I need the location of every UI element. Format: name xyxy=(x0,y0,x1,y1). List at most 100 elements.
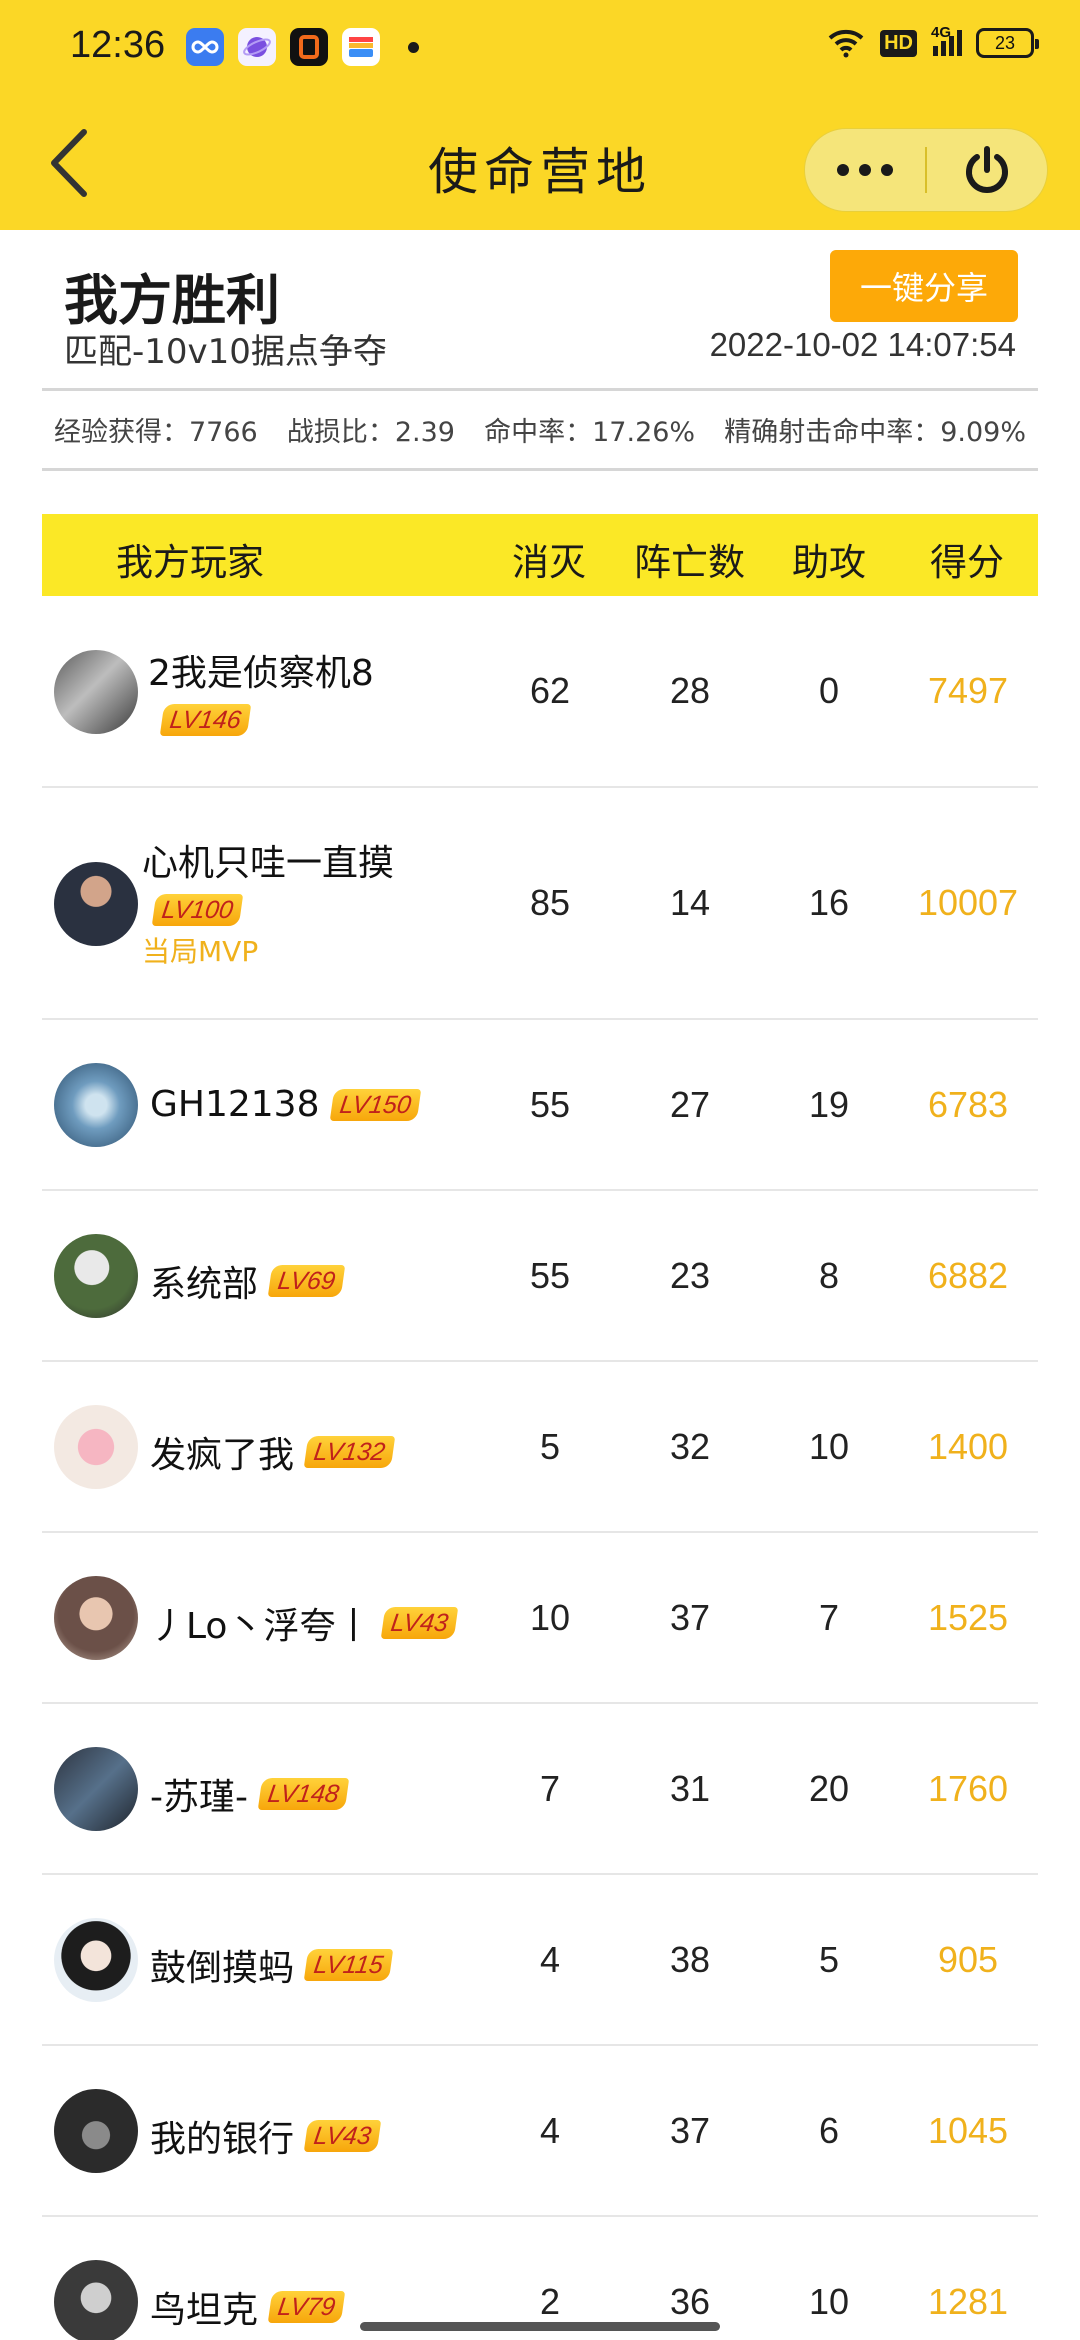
player-cell: 心机只哇一直摸 LV100 当局MVP xyxy=(142,834,394,970)
network-type: 4G xyxy=(931,24,952,41)
kills-value: 10 xyxy=(529,1597,571,1638)
assists-value: 16 xyxy=(808,882,850,923)
score-value: 6783 xyxy=(927,1084,1009,1125)
avatar xyxy=(54,2089,138,2173)
kills-value: 62 xyxy=(529,670,571,711)
avatar xyxy=(54,2260,138,2340)
battery-level: 23 xyxy=(994,32,1016,53)
table-header: 我方玩家 消灭 阵亡数 助攻 得分 xyxy=(42,514,1038,596)
level-badge: LV148 xyxy=(257,1778,350,1810)
level-badge: LV132 xyxy=(303,1436,396,1468)
table-row[interactable]: 发疯了我 LV132 5 32 10 1400 xyxy=(42,1362,1038,1533)
avatar xyxy=(54,1405,138,1489)
notification-icons xyxy=(186,28,419,66)
level-badge: LV43 xyxy=(381,1607,459,1639)
player-name: 鸟坦克 xyxy=(150,2290,259,2331)
deaths-value: 37 xyxy=(669,1597,711,1638)
header-score: 得分 xyxy=(930,541,1004,584)
kills-value: 5 xyxy=(539,1426,561,1467)
kills-value: 2 xyxy=(539,2281,561,2322)
kills-value: 4 xyxy=(539,1939,561,1980)
mini-program-capsule xyxy=(804,128,1048,212)
close-mini-program-button[interactable] xyxy=(927,129,1047,211)
deaths-value: 28 xyxy=(669,670,711,711)
assists-value: 5 xyxy=(818,1939,840,1980)
player-cell: 我的银行 LV43 xyxy=(150,2110,382,2162)
player-name: -苏瑾- xyxy=(150,1777,248,1818)
deaths-value: 31 xyxy=(669,1768,711,1809)
deaths-value: 27 xyxy=(669,1084,711,1125)
deaths-value: 38 xyxy=(669,1939,711,1980)
level-badge: LV100 xyxy=(151,894,244,926)
share-button[interactable]: 一键分享 xyxy=(830,250,1018,322)
avatar xyxy=(54,862,138,946)
status-time: 12:36 xyxy=(70,24,166,66)
level-badge: LV115 xyxy=(303,1949,394,1981)
deaths-value: 36 xyxy=(669,2281,711,2322)
stat-kd-ratio: 战损比：2.39 xyxy=(286,417,455,448)
level-badge: LV150 xyxy=(329,1088,421,1121)
avatar xyxy=(54,1918,138,2002)
deaths-value: 37 xyxy=(669,2110,711,2151)
kills-value: 4 xyxy=(539,2110,561,2151)
more-button[interactable] xyxy=(805,129,925,211)
table-row[interactable]: 2我是侦察机8 LV146 62 28 0 7497 xyxy=(42,596,1038,788)
player-cell: 发疯了我 LV132 xyxy=(150,1426,396,1478)
player-cell: 丿Lo丶浮夸丨 LV43 xyxy=(150,1597,459,1649)
header-deaths: 阵亡数 xyxy=(634,541,745,584)
assists-value: 8 xyxy=(818,1255,840,1296)
assists-value: 10 xyxy=(808,1426,850,1467)
player-name: 心机只哇一直摸 xyxy=(142,843,395,884)
table-row[interactable]: 丿Lo丶浮夸丨 LV43 10 37 7 1525 xyxy=(42,1533,1038,1704)
kills-value: 55 xyxy=(529,1255,571,1296)
table-row[interactable]: 我的银行 LV43 4 37 6 1045 xyxy=(42,2046,1038,2217)
office-app-icon xyxy=(290,28,328,66)
score-value: 1281 xyxy=(927,2281,1009,2322)
home-indicator[interactable] xyxy=(360,2322,720,2331)
header-bar: 12:36 HD 4G 23 使命营地 xyxy=(0,0,1080,230)
player-cell: GH12138 LV150 xyxy=(150,1084,421,1125)
score-value: 6882 xyxy=(927,1255,1009,1296)
table-row[interactable]: 心机只哇一直摸 LV100 当局MVP 85 14 16 10007 xyxy=(42,788,1038,1020)
score-value: 10007 xyxy=(917,882,1019,923)
hd-badge: HD xyxy=(880,29,917,57)
kills-value: 55 xyxy=(529,1084,571,1125)
player-cell: 鸟坦克 LV79 xyxy=(150,2281,346,2333)
deaths-value: 32 xyxy=(669,1426,711,1467)
avatar xyxy=(54,1063,138,1147)
table-row[interactable]: GH12138 LV150 55 27 19 6783 xyxy=(42,1020,1038,1191)
kills-value: 85 xyxy=(529,882,571,923)
notification-dot-icon xyxy=(408,41,419,53)
score-value: 7497 xyxy=(927,670,1009,711)
level-badge: LV69 xyxy=(267,1265,346,1297)
assists-value: 0 xyxy=(818,670,840,711)
score-value: 1045 xyxy=(927,2110,1009,2151)
player-table: 2我是侦察机8 LV146 62 28 0 7497 心机只哇一直摸 LV100… xyxy=(42,596,1038,2340)
table-row[interactable]: -苏瑾- LV148 7 31 20 1760 xyxy=(42,1704,1038,1875)
more-dots-icon xyxy=(837,164,893,176)
header-kills: 消灭 xyxy=(512,541,586,584)
assists-value: 10 xyxy=(808,2281,850,2322)
avatar xyxy=(54,1747,138,1831)
cellular-signal-icon: 4G xyxy=(931,24,962,56)
stat-experience: 经验获得：7766 xyxy=(54,417,258,448)
deaths-value: 23 xyxy=(669,1255,711,1296)
match-datetime: 2022-10-02 14:07:54 xyxy=(709,326,1016,363)
player-name: 2我是侦察机8 xyxy=(148,653,374,694)
infinity-app-icon xyxy=(186,28,224,66)
player-cell: -苏瑾- LV148 xyxy=(150,1768,350,1820)
score-value: 1400 xyxy=(927,1426,1009,1467)
wallet-app-icon xyxy=(342,28,380,66)
match-mode: 匹配-10v10据点争夺 xyxy=(64,332,387,372)
score-value: 1525 xyxy=(927,1597,1009,1638)
header-assists: 助攻 xyxy=(792,541,866,584)
system-icons: HD 4G 23 xyxy=(826,24,1039,58)
status-bar: 12:36 HD 4G 23 xyxy=(0,0,1080,96)
table-row[interactable]: 系统部 LV69 55 23 8 6882 xyxy=(42,1191,1038,1362)
mvp-label: 当局MVP xyxy=(142,935,259,968)
table-row[interactable]: 鼓倒摸蚂 LV115 4 38 5 905 xyxy=(42,1875,1038,2046)
stat-precision-hit-rate: 精确射击命中率：9.09% xyxy=(724,417,1026,448)
deaths-value: 14 xyxy=(669,882,711,923)
planet-app-icon xyxy=(238,28,276,66)
player-name: 系统部 xyxy=(150,1264,259,1305)
